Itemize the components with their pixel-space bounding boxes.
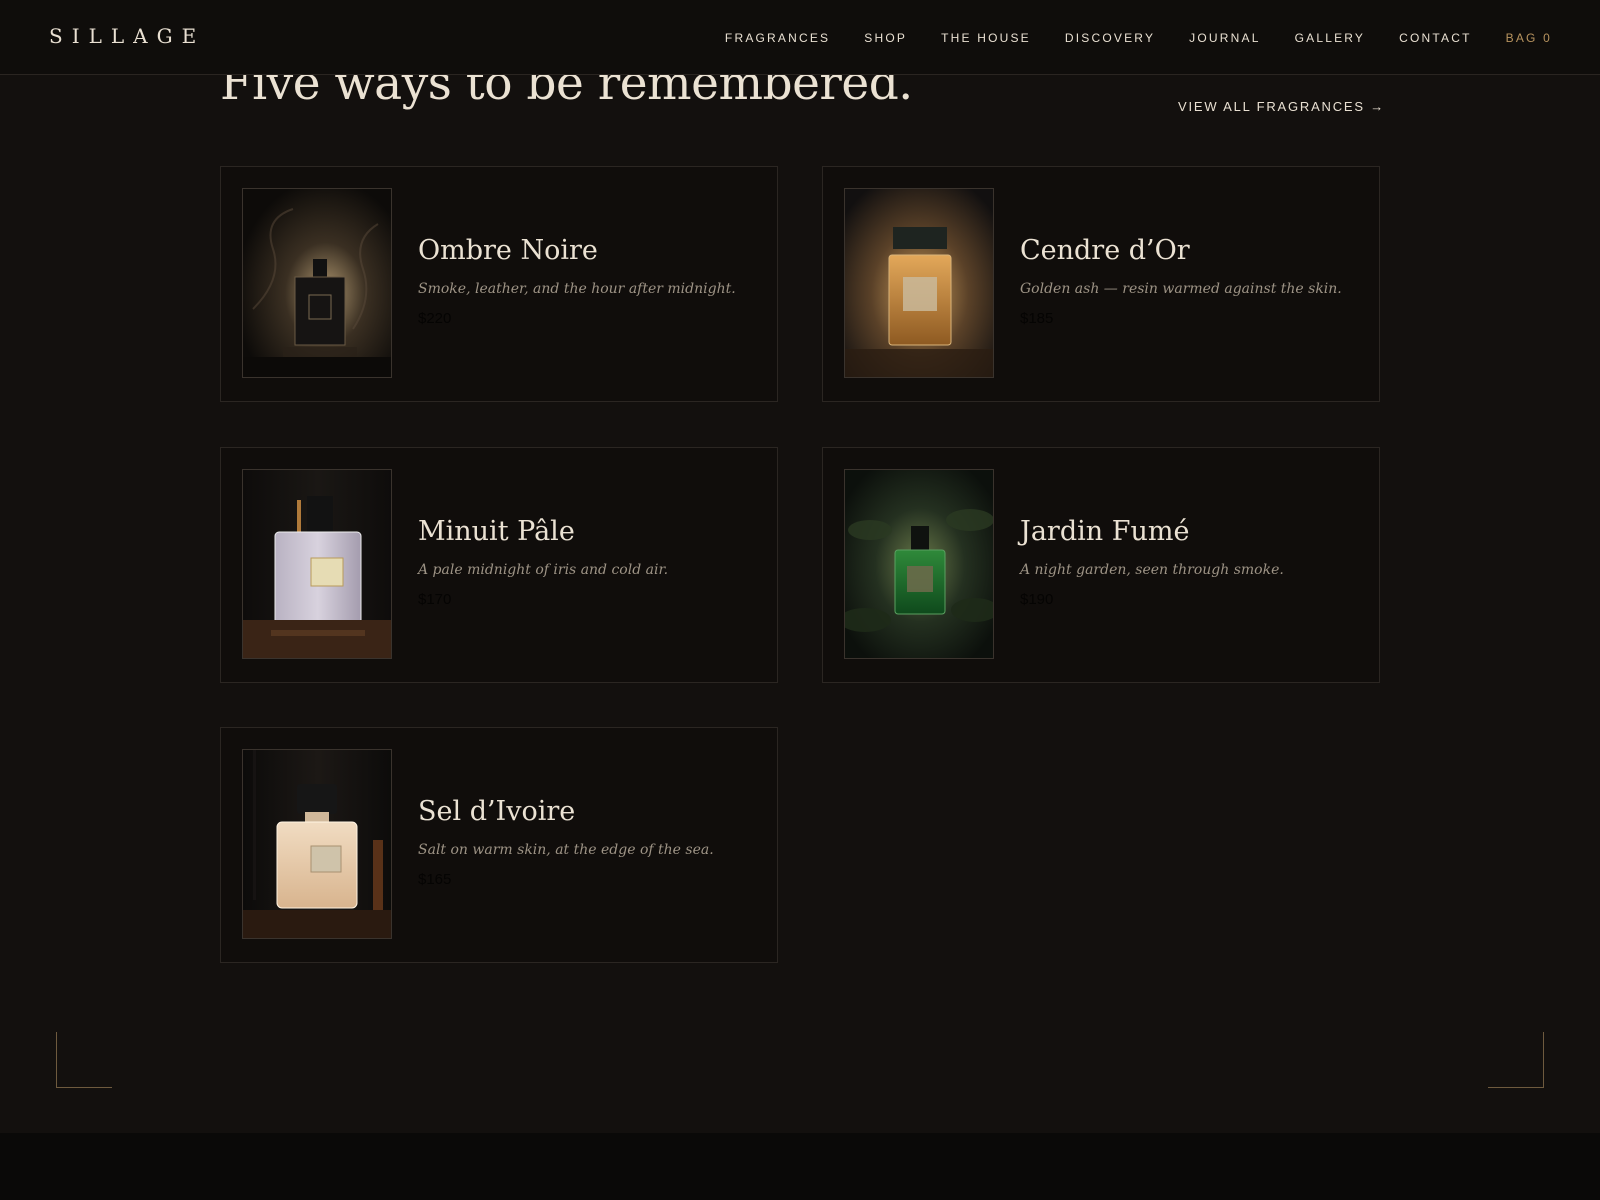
main-nav: FRAGRANCES SHOP THE HOUSE DISCOVERY JOUR… [691,31,1552,45]
nav-contact[interactable]: CONTACT [1399,31,1472,45]
bag-button[interactable]: BAG 0 [1506,31,1552,45]
product-name: Ombre Noire [418,235,598,266]
product-card-sel-divoire[interactable]: Sel d’Ivoire Salt on warm skin, at the e… [220,727,778,963]
product-name: Sel d’Ivoire [418,796,576,827]
product-image[interactable] [844,188,994,378]
footer-band [0,1133,1600,1200]
product-image[interactable] [242,188,392,378]
product-description: Salt on warm skin, at the edge of the se… [418,842,714,858]
product-card-minuit-pale[interactable]: Minuit Pâle A pale midnight of iris and … [220,447,778,683]
nav-gallery[interactable]: GALLERY [1295,31,1366,45]
product-card-ombre-noire[interactable]: Ombre Noire Smoke, leather, and the hour… [220,166,778,402]
decorative-corner-right [1488,1032,1544,1088]
brand-logo[interactable]: SILLAGE [49,24,205,48]
top-navigation-bar: SILLAGE FRAGRANCES SHOP THE HOUSE DISCOV… [0,0,1600,75]
view-all-fragrances-link[interactable]: VIEW ALL FRAGRANCES → [1178,99,1385,114]
product-name: Jardin Fumé [1020,516,1190,547]
product-image[interactable] [242,749,392,939]
product-image[interactable] [844,469,994,659]
product-price: $170 [418,591,452,608]
product-description: Smoke, leather, and the hour after midni… [418,281,736,297]
product-image[interactable] [242,469,392,659]
nav-journal[interactable]: JOURNAL [1189,31,1260,45]
product-price: $165 [418,871,452,888]
nav-fragrances[interactable]: FRAGRANCES [725,31,830,45]
product-name: Minuit Pâle [418,516,575,547]
product-name: Cendre d’Or [1020,235,1190,266]
product-description: Golden ash — resin warmed against the sk… [1020,281,1342,297]
product-price: $190 [1020,591,1054,608]
nav-shop[interactable]: SHOP [864,31,907,45]
nav-the-house[interactable]: THE HOUSE [941,31,1031,45]
decorative-corner-left [56,1032,112,1088]
product-card-jardin-fume[interactable]: Jardin Fumé A night garden, seen through… [822,447,1380,683]
product-price: $185 [1020,310,1054,327]
nav-discovery[interactable]: DISCOVERY [1065,31,1155,45]
product-price: $220 [418,310,452,327]
product-description: A pale midnight of iris and cold air. [418,562,669,578]
product-card-cendre-dor[interactable]: Cendre d’Or Golden ash — resin warmed ag… [822,166,1380,402]
product-description: A night garden, seen through smoke. [1020,562,1284,578]
